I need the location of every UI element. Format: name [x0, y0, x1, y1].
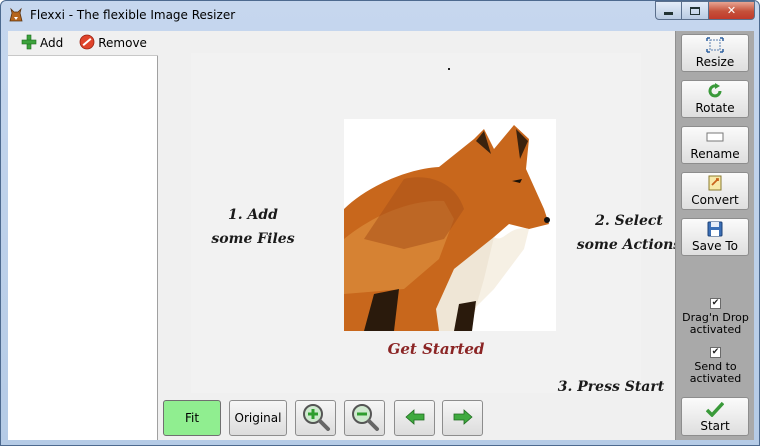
step-1-line-1: 1. Add [228, 207, 278, 223]
arrow-left-icon [404, 408, 425, 428]
save-to-button[interactable]: Save To [681, 218, 749, 256]
next-image-button[interactable] [442, 400, 483, 436]
remove-icon [79, 34, 95, 53]
floppy-disk-icon [707, 220, 723, 238]
drag-drop-label-2: activated [689, 323, 742, 336]
original-label: Original [234, 411, 282, 425]
zoom-in-button[interactable] [295, 400, 336, 436]
rotate-icon [707, 82, 723, 100]
drag-drop-checkbox[interactable]: ✔ [710, 298, 721, 309]
maximize-icon [690, 6, 700, 15]
step-1-text: 1. Add some Files [203, 203, 303, 251]
arrow-right-icon [453, 408, 473, 428]
send-to-checkbox[interactable]: ✔ [710, 347, 721, 358]
file-list-toolbar: Add Remove [8, 31, 158, 56]
minimize-icon [664, 12, 673, 15]
step-1-line-2: some Files [211, 231, 295, 247]
convert-label: Convert [691, 193, 739, 207]
fox-app-icon [8, 7, 24, 23]
file-list-panel[interactable]: Add Remove [8, 31, 158, 440]
fit-button[interactable]: Fit [163, 400, 221, 436]
plus-icon [21, 34, 37, 53]
zoom-out-button[interactable] [344, 400, 385, 436]
minimize-button[interactable] [655, 1, 682, 20]
close-icon: ✕ [726, 4, 737, 17]
title-bar[interactable]: Flexxi - The flexible Image Resizer ✕ [1, 1, 759, 31]
preview-canvas[interactable]: 1. Add some Files 2. Select some Actions… [191, 53, 681, 395]
add-label: Add [40, 36, 64, 50]
step-2-line-2: some Actions [576, 237, 682, 253]
app-window: Flexxi - The flexible Image Resizer ✕ Ad… [0, 0, 760, 446]
resize-icon [706, 36, 724, 54]
zoom-out-icon [350, 403, 380, 434]
send-to-label-2: activated [689, 372, 742, 385]
fit-label: Fit [184, 411, 200, 425]
rename-icon [706, 128, 724, 146]
save-to-label: Save To [692, 239, 738, 253]
original-button[interactable]: Original [229, 400, 287, 436]
resize-button[interactable]: Resize [681, 34, 749, 72]
resize-label: Resize [695, 55, 735, 69]
fox-image [344, 119, 556, 331]
rotate-label: Rotate [695, 101, 735, 115]
convert-icon [706, 174, 724, 192]
preview-area: 1. Add some Files 2. Select some Actions… [159, 31, 681, 440]
checkmark-icon [706, 400, 724, 418]
zoom-in-icon [301, 403, 331, 434]
send-to-option[interactable]: ✔ Send to activated [676, 347, 755, 385]
rotate-button[interactable]: Rotate [681, 80, 749, 118]
drag-drop-option[interactable]: ✔ Drag'n Drop activated [676, 298, 755, 336]
step-2-line-1: 2. Select [595, 213, 663, 229]
maximize-button[interactable] [682, 1, 709, 20]
window-title: Flexxi - The flexible Image Resizer [30, 8, 236, 22]
previous-image-button[interactable] [394, 400, 435, 436]
remove-button[interactable]: Remove [76, 32, 150, 54]
start-label: Start [700, 419, 730, 433]
remove-label: Remove [98, 36, 147, 50]
step-3-text: 3. Press Start [557, 379, 665, 395]
step-2-text: 2. Select some Actions [569, 209, 689, 257]
get-started-text: Get Started [387, 340, 485, 358]
rename-label: Rename [690, 147, 740, 161]
actions-panel: Resize Rotate Rename Convert Save To ✔ D… [675, 31, 754, 440]
view-toolbar: Fit Original [162, 398, 672, 438]
convert-button[interactable]: Convert [681, 172, 749, 210]
start-button[interactable]: Start [681, 397, 749, 436]
add-button[interactable]: Add [18, 32, 66, 54]
rename-button[interactable]: Rename [681, 126, 749, 164]
client-area: Add Remove 1. Add some Files 2. Select s… [8, 31, 754, 440]
caption-buttons: ✕ [655, 1, 755, 21]
close-button[interactable]: ✕ [709, 1, 755, 20]
canvas-dot [448, 68, 450, 70]
